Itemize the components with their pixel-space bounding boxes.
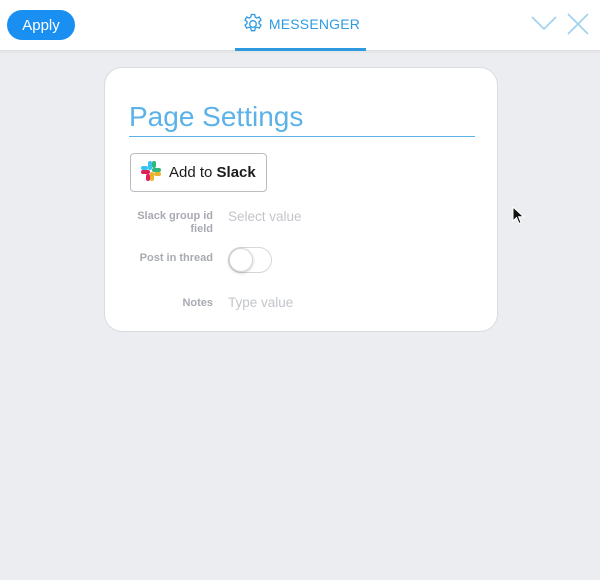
tab-label: MESSENGER bbox=[268, 16, 361, 32]
mouse-cursor-icon bbox=[512, 205, 526, 231]
page-title: Page Settings bbox=[129, 102, 475, 137]
slack-logo-icon bbox=[140, 160, 162, 186]
close-icon[interactable] bbox=[566, 12, 590, 41]
post-in-thread-toggle[interactable] bbox=[228, 247, 272, 273]
gear-icon bbox=[241, 12, 265, 36]
add-to-slack-button[interactable]: Add to Slack bbox=[130, 153, 267, 192]
slack-group-id-label: Slack group id field bbox=[137, 210, 213, 235]
page-settings-card: Page Settings Add to Slack Slack group i… bbox=[104, 67, 498, 332]
tab-messenger[interactable]: MESSENGER bbox=[235, 0, 366, 51]
apply-button[interactable]: Apply bbox=[7, 10, 75, 40]
top-toolbar: Apply MESSENGER bbox=[0, 0, 600, 51]
slack-group-id-select[interactable] bbox=[228, 209, 428, 224]
toggle-knob bbox=[229, 248, 253, 272]
notes-input[interactable] bbox=[228, 295, 428, 310]
post-in-thread-label: Post in thread bbox=[139, 252, 213, 264]
notes-label: Notes bbox=[182, 297, 213, 309]
slack-button-label: Add to Slack bbox=[169, 164, 256, 181]
chevron-down-icon[interactable] bbox=[530, 12, 558, 39]
